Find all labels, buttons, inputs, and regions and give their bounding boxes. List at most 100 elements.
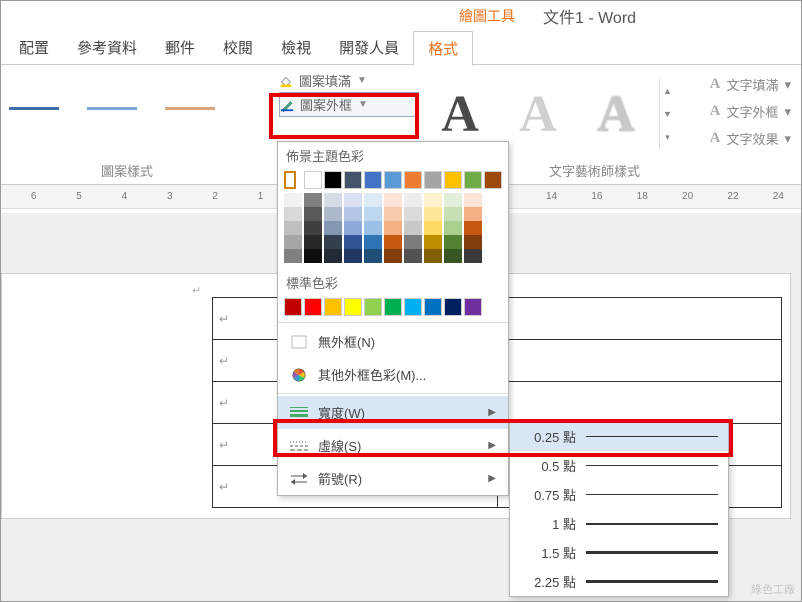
color-swatch[interactable]	[384, 221, 402, 235]
color-swatch[interactable]	[364, 298, 382, 316]
color-swatch[interactable]	[444, 171, 462, 189]
color-swatch[interactable]	[444, 298, 462, 316]
width-option-0-25[interactable]: 0.25 點	[510, 422, 728, 451]
text-fill-button[interactable]: A文字填滿▾	[704, 71, 797, 98]
color-swatch[interactable]	[344, 193, 362, 207]
color-swatch[interactable]	[384, 207, 402, 221]
color-swatch[interactable]	[284, 298, 302, 316]
color-swatch[interactable]	[284, 235, 302, 249]
gallery-more-button[interactable]: ▲▼▾	[659, 79, 675, 149]
shape-style-gallery[interactable]	[1, 79, 215, 110]
color-swatch[interactable]	[464, 171, 482, 189]
tab-view[interactable]: 檢視	[267, 31, 325, 64]
swatch-auto[interactable]	[284, 171, 296, 189]
color-swatch[interactable]	[344, 235, 362, 249]
color-swatch[interactable]	[424, 221, 442, 235]
arrows-item[interactable]: 箭號(R) ▶	[278, 462, 508, 495]
color-swatch[interactable]	[444, 235, 462, 249]
wordart-gallery[interactable]: A A A ▲▼▾	[425, 79, 675, 149]
color-swatch[interactable]	[384, 298, 402, 316]
color-swatch[interactable]	[404, 249, 422, 263]
color-swatch[interactable]	[364, 171, 382, 189]
tab-review[interactable]: 校閱	[209, 31, 267, 64]
color-swatch[interactable]	[444, 207, 462, 221]
color-swatch[interactable]	[324, 235, 342, 249]
color-swatch[interactable]	[344, 298, 362, 316]
color-swatch[interactable]	[324, 221, 342, 235]
color-swatch[interactable]	[364, 207, 382, 221]
color-swatch[interactable]	[384, 171, 402, 189]
color-swatch[interactable]	[324, 193, 342, 207]
no-outline-item[interactable]: 無外框(N)	[278, 325, 508, 358]
color-swatch[interactable]	[304, 171, 322, 189]
tab-layout[interactable]: 配置	[5, 31, 63, 64]
color-swatch[interactable]	[384, 249, 402, 263]
color-swatch[interactable]	[404, 235, 422, 249]
color-swatch[interactable]	[364, 249, 382, 263]
style-sample-1[interactable]	[9, 107, 59, 110]
color-swatch[interactable]	[364, 221, 382, 235]
color-swatch[interactable]	[484, 171, 502, 189]
color-swatch[interactable]	[424, 207, 442, 221]
style-sample-2[interactable]	[87, 107, 137, 110]
text-effects-button[interactable]: A文字效果▾	[704, 125, 797, 152]
color-swatch[interactable]	[384, 235, 402, 249]
text-outline-button[interactable]: A文字外框▾	[704, 98, 797, 125]
color-swatch[interactable]	[464, 207, 482, 221]
color-swatch[interactable]	[344, 207, 362, 221]
color-swatch[interactable]	[304, 249, 322, 263]
shape-outline-button[interactable]: 圖案外框 ▼	[279, 92, 419, 117]
color-swatch[interactable]	[364, 193, 382, 207]
wordart-style-2[interactable]: A	[503, 79, 573, 149]
color-swatch[interactable]	[444, 249, 462, 263]
table-cell[interactable]	[497, 340, 782, 382]
color-swatch[interactable]	[464, 235, 482, 249]
tab-developer[interactable]: 開發人員	[325, 31, 413, 64]
wordart-style-3[interactable]: A	[581, 79, 651, 149]
shape-fill-button[interactable]: 圖案填滿 ▼	[279, 69, 419, 92]
tab-references[interactable]: 參考資料	[63, 31, 151, 64]
color-swatch[interactable]	[344, 171, 362, 189]
tab-mailings[interactable]: 郵件	[151, 31, 209, 64]
dashes-item[interactable]: 虛線(S) ▶	[278, 429, 508, 462]
width-option-1[interactable]: 1 點	[510, 509, 728, 538]
color-swatch[interactable]	[464, 221, 482, 235]
color-swatch[interactable]	[384, 193, 402, 207]
color-swatch[interactable]	[424, 171, 442, 189]
color-swatch[interactable]	[424, 235, 442, 249]
color-swatch[interactable]	[324, 298, 342, 316]
width-option-0-5[interactable]: 0.5 點	[510, 451, 728, 480]
width-item[interactable]: 寬度(W) ▶	[278, 396, 508, 429]
color-swatch[interactable]	[304, 207, 322, 221]
color-swatch[interactable]	[464, 249, 482, 263]
color-swatch[interactable]	[344, 249, 362, 263]
color-swatch[interactable]	[364, 235, 382, 249]
color-swatch[interactable]	[404, 221, 422, 235]
color-swatch[interactable]	[304, 221, 322, 235]
more-colors-item[interactable]: 其他外框色彩(M)...	[278, 358, 508, 391]
color-swatch[interactable]	[404, 298, 422, 316]
color-swatch[interactable]	[324, 171, 342, 189]
color-swatch[interactable]	[404, 171, 422, 189]
color-swatch[interactable]	[404, 207, 422, 221]
table-cell[interactable]	[497, 298, 782, 340]
color-swatch[interactable]	[284, 193, 302, 207]
color-swatch[interactable]	[444, 193, 462, 207]
color-swatch[interactable]	[324, 207, 342, 221]
width-option-2-25[interactable]: 2.25 點	[510, 567, 728, 596]
color-swatch[interactable]	[464, 298, 482, 316]
width-option-0-75[interactable]: 0.75 點	[510, 480, 728, 509]
color-swatch[interactable]	[304, 235, 322, 249]
color-swatch[interactable]	[324, 249, 342, 263]
tab-format[interactable]: 格式	[413, 31, 473, 66]
color-swatch[interactable]	[284, 249, 302, 263]
color-swatch[interactable]	[284, 221, 302, 235]
color-swatch[interactable]	[424, 249, 442, 263]
table-cell[interactable]	[497, 382, 782, 424]
color-swatch[interactable]	[444, 221, 462, 235]
color-swatch[interactable]	[304, 193, 322, 207]
wordart-style-1[interactable]: A	[425, 79, 495, 149]
color-swatch[interactable]	[304, 298, 322, 316]
color-swatch[interactable]	[344, 221, 362, 235]
style-sample-3[interactable]	[165, 107, 215, 110]
